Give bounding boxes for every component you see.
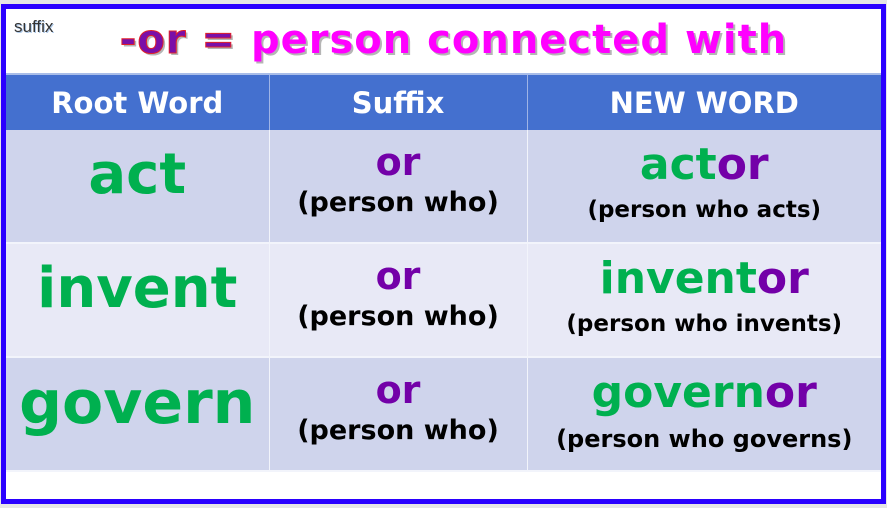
new-word: governor bbox=[529, 359, 881, 415]
title-definition: person connected with bbox=[250, 17, 788, 63]
new-word-note: (person who invents) bbox=[566, 311, 843, 337]
slide: suffix -or = person connected with Root … bbox=[1, 4, 886, 504]
header-suffix: Suffix bbox=[269, 73, 528, 130]
new-word-cell: governor (person who governs) bbox=[527, 357, 881, 472]
new-word-cell: inventor (person who invents) bbox=[527, 243, 881, 358]
new-word: inventor bbox=[529, 245, 881, 301]
suffix-cell: or (person who) bbox=[269, 357, 528, 472]
new-word: actor bbox=[529, 131, 881, 187]
new-word-suffix: or bbox=[716, 139, 769, 190]
suffix-note: (person who) bbox=[297, 301, 499, 332]
root-cell: invent bbox=[6, 243, 270, 358]
new-word-suffix: or bbox=[764, 367, 817, 418]
suffix-cell: or (person who) bbox=[269, 243, 528, 358]
suffix: or bbox=[375, 368, 421, 412]
new-word-suffix: or bbox=[756, 253, 809, 304]
header-new-word: NEW WORD bbox=[527, 73, 881, 130]
new-word-stem: invent bbox=[599, 253, 757, 304]
suffix-note: (person who) bbox=[297, 415, 499, 446]
new-word-note: (person who acts) bbox=[587, 197, 822, 223]
new-word-stem: act bbox=[639, 139, 717, 190]
suffix-table: Root Word Suffix NEW WORD act or (person… bbox=[6, 73, 881, 472]
slide-title: -or = person connected with bbox=[6, 17, 881, 64]
new-word-cell: actor (person who acts) bbox=[527, 130, 881, 244]
title-suffix: -or = bbox=[119, 17, 237, 64]
table-row: invent or (person who) inventor (person … bbox=[6, 243, 881, 358]
root-word: invent bbox=[37, 256, 238, 321]
root-word: act bbox=[88, 142, 187, 207]
suffix-note: (person who) bbox=[297, 187, 499, 218]
suffix: or bbox=[375, 140, 421, 184]
table-row: govern or (person who) governor (person … bbox=[6, 357, 881, 472]
new-word-stem: govern bbox=[591, 367, 765, 418]
new-word-note: (person who governs) bbox=[556, 425, 853, 453]
table-header-row: Root Word Suffix NEW WORD bbox=[6, 73, 881, 130]
table-row: act or (person who) actor (person who ac… bbox=[6, 130, 881, 244]
suffix-cell: or (person who) bbox=[269, 130, 528, 244]
header-root-word: Root Word bbox=[6, 73, 270, 130]
suffix: or bbox=[375, 254, 421, 298]
root-cell: act bbox=[6, 130, 270, 244]
root-cell: govern bbox=[6, 357, 270, 472]
root-word: govern bbox=[19, 368, 256, 438]
